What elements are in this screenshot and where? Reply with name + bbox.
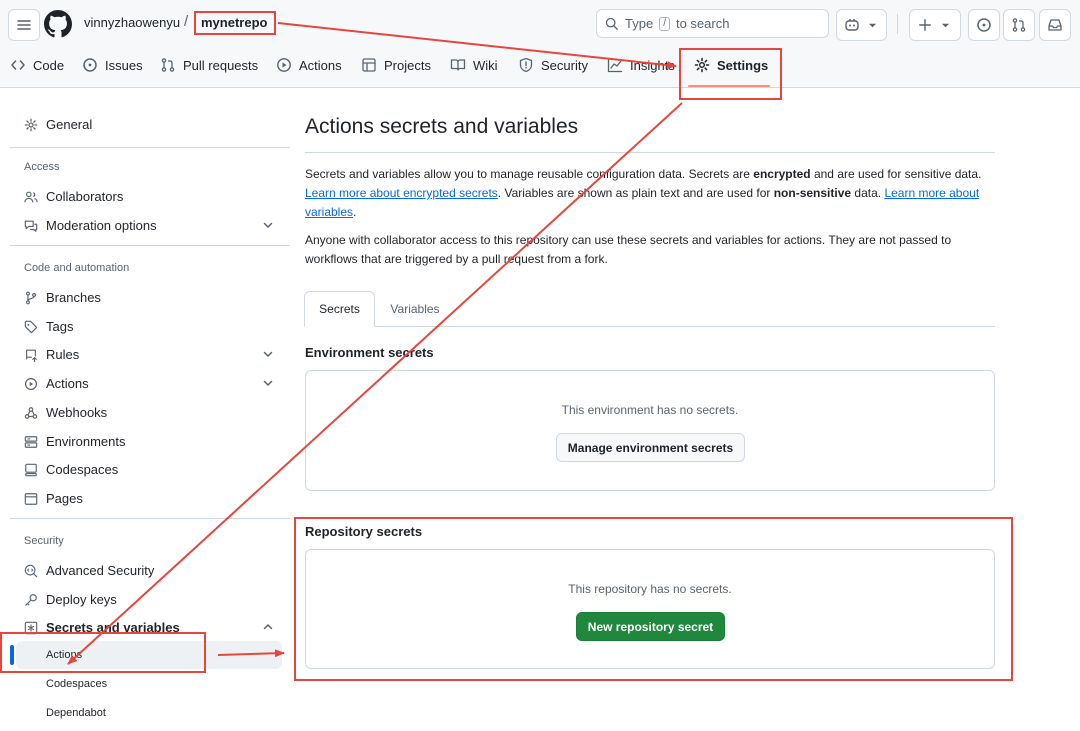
arrow-actions-to-secrets: [217, 649, 285, 658]
annotation-arrows: [67, 22, 683, 665]
arrow-repo-to-settings: [277, 22, 677, 70]
arrow-settings-to-actions: [67, 102, 683, 665]
